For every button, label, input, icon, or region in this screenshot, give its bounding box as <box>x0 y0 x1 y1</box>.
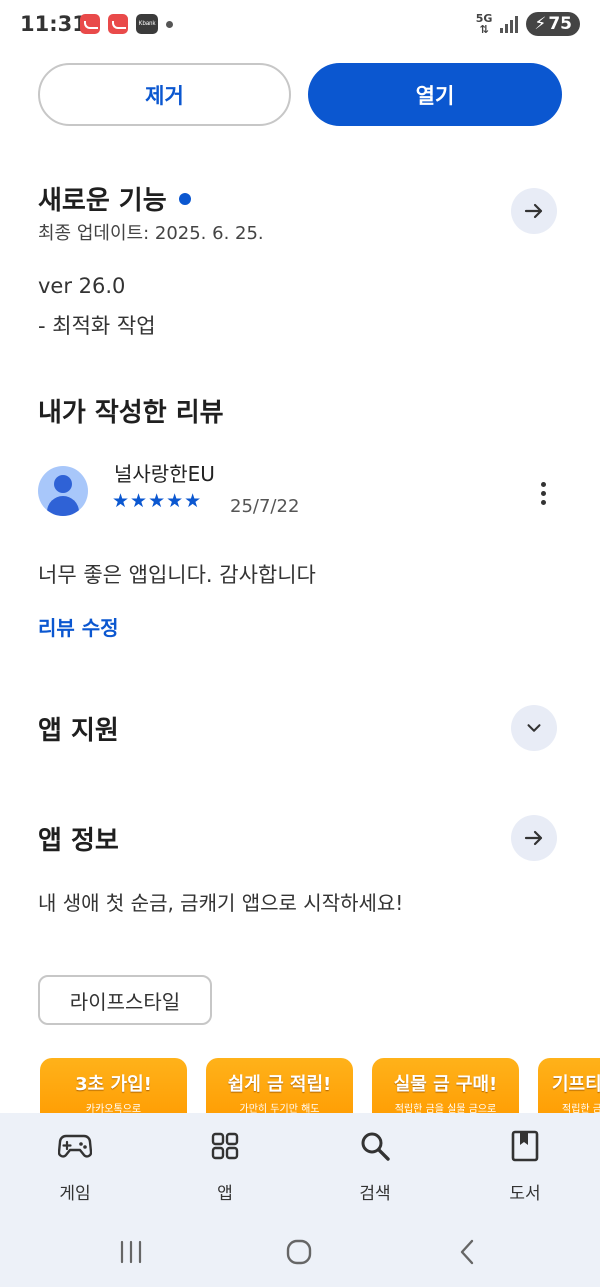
whats-new-arrow-button[interactable] <box>511 188 557 234</box>
system-navigation-bar <box>0 1222 600 1287</box>
screenshot-card[interactable]: 쉽게 금 적립! 가만히 두기만 해도 <box>206 1058 353 1113</box>
home-icon[interactable] <box>283 1236 315 1268</box>
charging-bolt-icon: ⚡ <box>534 14 547 34</box>
nav-label-search: 검색 <box>359 1184 391 1204</box>
status-bar: 11:31 Kbank 5G ⇅ ⚡ 75 <box>0 0 600 52</box>
nav-label-games: 게임 <box>59 1184 91 1204</box>
signal-icon <box>500 15 519 33</box>
screenshot-card[interactable]: 실물 금 구매! 적립한 금을 실물 금으로 <box>372 1058 519 1113</box>
my-review-heading: 내가 작성한 리뷰 <box>38 398 224 428</box>
nav-label-books: 도서 <box>509 1184 541 1204</box>
screenshot-subtitle: 적립한 금 <box>562 1104 600 1113</box>
gamepad-icon <box>25 1127 125 1165</box>
new-indicator-dot <box>178 192 191 205</box>
open-button[interactable]: 열기 <box>308 63 562 126</box>
reviewer-name: 널사랑한EU <box>114 462 215 486</box>
book-icon <box>475 1127 575 1165</box>
last-updated: 최종 업데이트: 2025. 6. 25. <box>38 223 264 244</box>
screenshot-carousel[interactable]: 3초 가입! 카카오톡으로 쉽게 금 적립! 가만히 두기만 해도 실물 금 구… <box>40 1058 600 1113</box>
app-support-heading[interactable]: 앱 지원 <box>38 710 119 747</box>
recent-apps-icon[interactable] <box>116 1236 146 1268</box>
nav-item-games[interactable]: 게임 <box>25 1127 125 1204</box>
arrow-right-icon <box>524 203 543 219</box>
battery-level: 75 <box>548 14 572 34</box>
screenshot-subtitle: 카카오톡으로 <box>85 1104 142 1113</box>
chevron-down-icon <box>527 724 541 732</box>
app-info-heading[interactable]: 앱 정보 <box>38 820 119 857</box>
app-support-expand-button[interactable] <box>511 705 557 751</box>
search-icon <box>325 1127 425 1165</box>
notification-app-icon <box>80 14 100 34</box>
screenshot-card[interactable]: 3초 가입! 카카오톡으로 <box>40 1058 187 1113</box>
version-text: ver 26.0 <box>38 274 126 298</box>
review-text: 너무 좋은 앱입니다. 감사합니다 <box>38 563 316 587</box>
screenshot-card[interactable]: 기프티 적립한 금 <box>538 1058 600 1113</box>
arrow-right-icon <box>524 830 543 846</box>
whats-new-heading[interactable]: 새로운 기능 <box>38 180 191 217</box>
star-rating: ★★★★★ <box>112 490 203 512</box>
back-icon[interactable] <box>455 1236 479 1268</box>
screenshot-title: 기프티 <box>552 1074 600 1095</box>
whats-new-title: 새로운 기능 <box>38 186 167 216</box>
edit-review-link[interactable]: 리뷰 수정 <box>38 612 119 641</box>
system-status: 5G ⇅ ⚡ 75 <box>476 12 580 36</box>
screenshot-title: 실물 금 구매! <box>393 1074 498 1095</box>
notification-icons: Kbank <box>80 14 173 34</box>
app-info-arrow-button[interactable] <box>511 815 557 861</box>
nav-label-apps: 앱 <box>217 1184 233 1204</box>
screenshot-subtitle: 가만히 두기만 해도 <box>239 1104 320 1113</box>
nav-item-search[interactable]: 검색 <box>325 1127 425 1204</box>
screenshot-title: 쉽게 금 적립! <box>227 1074 332 1095</box>
notification-app-icon <box>108 14 128 34</box>
category-chip[interactable]: 라이프스타일 <box>38 975 212 1025</box>
nav-item-apps[interactable]: 앱 <box>175 1127 275 1204</box>
more-options-icon[interactable] <box>528 476 558 510</box>
network-type: 5G <box>475 12 493 25</box>
app-description: 내 생애 첫 순금, 금캐기 앱으로 시작하세요! <box>38 891 404 915</box>
apps-grid-icon <box>175 1127 275 1165</box>
screenshot-subtitle: 적립한 금을 실물 금으로 <box>394 1104 497 1113</box>
battery-indicator: ⚡ 75 <box>526 12 580 36</box>
network-5g-icon: 5G ⇅ <box>475 12 493 36</box>
review-date: 25/7/22 <box>230 496 300 517</box>
kbank-notification-icon: Kbank <box>136 14 158 34</box>
nav-item-books[interactable]: 도서 <box>475 1127 575 1204</box>
screenshot-title: 3초 가입! <box>75 1074 152 1095</box>
avatar <box>38 466 88 516</box>
more-notifications-dot-icon <box>166 20 173 28</box>
uninstall-button[interactable]: 제거 <box>38 63 291 126</box>
update-notes: - 최적화 작업 <box>38 314 156 338</box>
status-time: 11:31 <box>20 12 87 36</box>
